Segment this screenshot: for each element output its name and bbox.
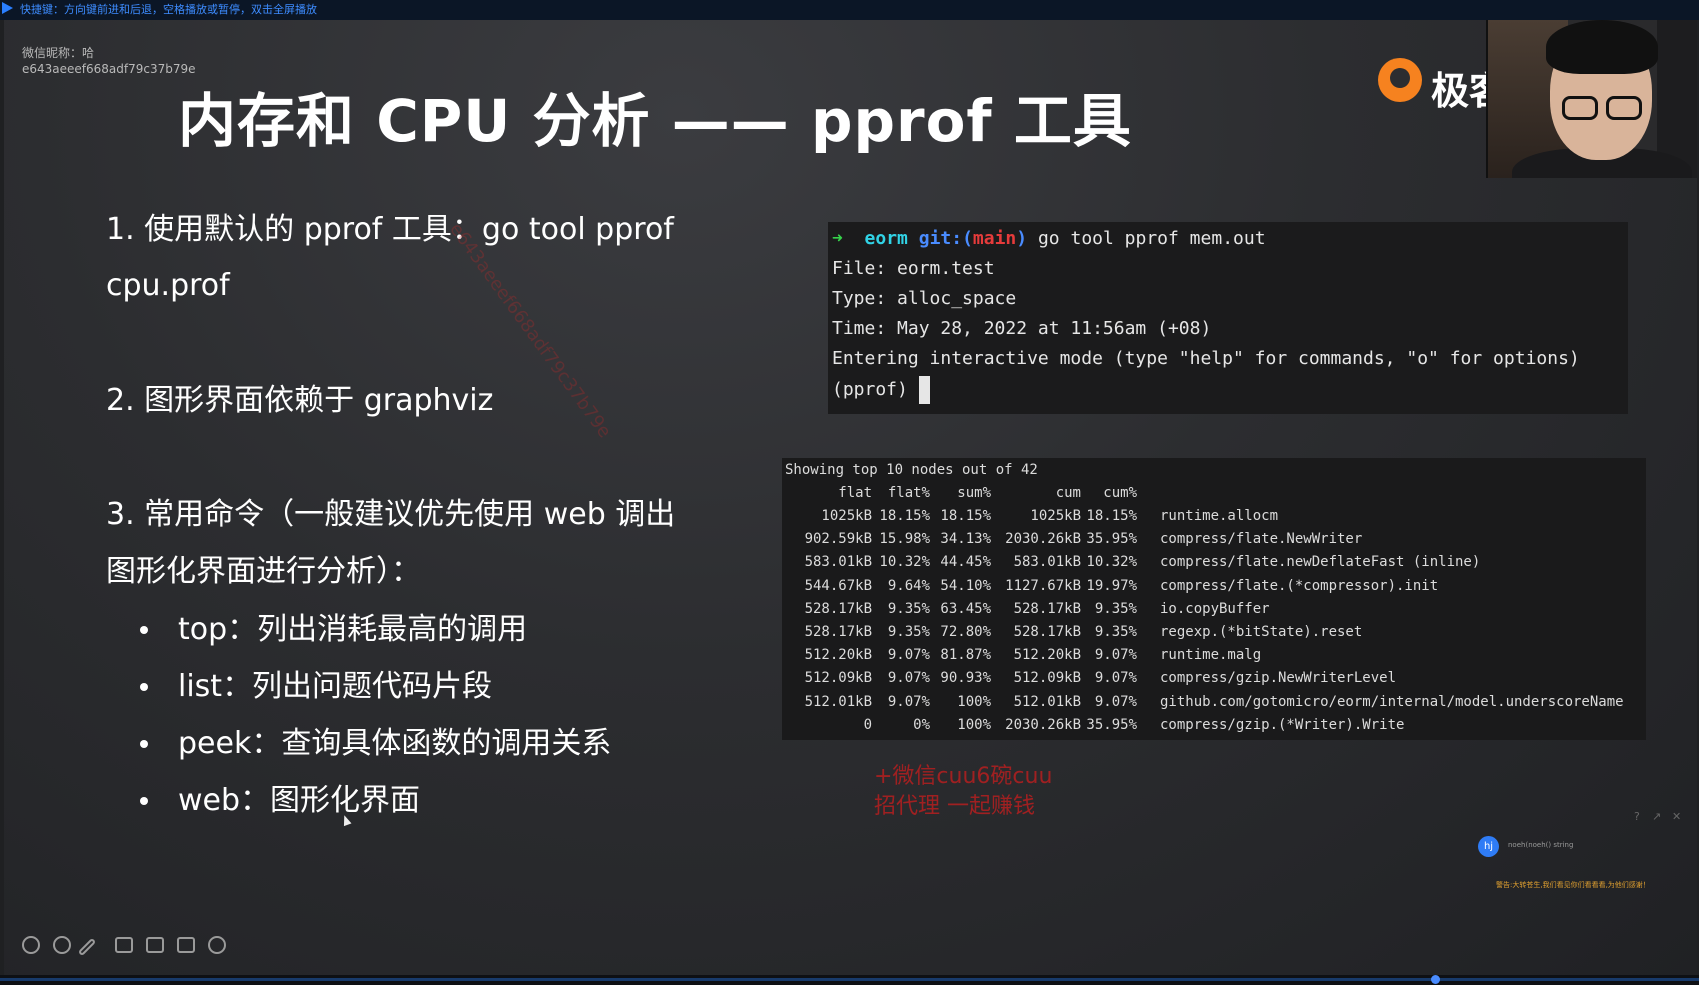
expand-icon[interactable]: ↗ — [1652, 810, 1661, 823]
terminal-dir: eorm — [864, 228, 908, 249]
cell-function: github.com/gotomicro/eorm/internal/model… — [1160, 693, 1624, 710]
chat-note: 警告:大转苍生,我们看见你们看看看,为他们感谢！ — [1496, 881, 1650, 889]
terminal-line: File: eorm.test — [832, 258, 995, 279]
git-suffix: ) — [1016, 228, 1028, 249]
cell-function: compress/gzip.NewWriterLevel — [1160, 670, 1397, 687]
webcam-hair — [1546, 20, 1658, 74]
cell-cump: 9.35% — [1094, 624, 1137, 640]
progress-track[interactable] — [0, 978, 1699, 981]
more-icon[interactable] — [208, 936, 226, 954]
prev-icon[interactable] — [22, 936, 40, 954]
bullet-dot — [140, 740, 148, 748]
playback-progress[interactable] — [0, 975, 1699, 985]
cell-cump: 10.32% — [1086, 554, 1137, 571]
git-branch: main — [972, 228, 1017, 249]
terminal-command: go tool pprof mem.out — [1037, 228, 1266, 249]
chat-widget: ? ↗ ✕ hj noeh(noeh() string 警告:大转苍生,我们看见… — [1468, 808, 1692, 908]
wechat-info: 微信昵称：哈 e643aeeef668adf79c37b79e — [22, 45, 196, 77]
text-cursor — [918, 376, 930, 404]
camera-icon[interactable] — [146, 937, 164, 953]
cell-function: runtime.malg — [1160, 647, 1262, 664]
cell-cump: 35.95% — [1086, 716, 1137, 733]
shortcut-hint: 快捷键：方向键前进和后退，空格播放或暂停，双击全屏播放 — [20, 3, 317, 16]
next-icon[interactable] — [53, 936, 71, 954]
cell-cump: 19.97% — [1086, 577, 1137, 594]
wechat-nickname: 微信昵称：哈 — [22, 46, 95, 60]
chat-message: noeh(noeh() string — [1508, 841, 1574, 849]
pprof-prompt: (pprof) — [832, 379, 919, 400]
overlay-ad: +微信cuu6碗cuu 招代理 一起赚钱 — [874, 762, 1052, 822]
overlay-ad-line1: +微信cuu6碗cuu — [874, 764, 1053, 789]
cell-function: compress/gzip.(*Writer).Write — [1160, 716, 1405, 733]
help-icon[interactable]: ? — [1634, 810, 1640, 823]
bullet-dot — [140, 797, 148, 805]
git-prefix: git:( — [918, 228, 973, 249]
terminal-line: Entering interactive mode (type "help" f… — [832, 348, 1580, 369]
prompt-arrow-icon: ➜ — [832, 228, 843, 249]
terminal-pprof-session: ➜ eorm git:(main) go tool pprof mem.out … — [828, 222, 1628, 414]
play-icon[interactable] — [2, 2, 13, 14]
terminal-line: Time: May 28, 2022 at 11:56am (+08) — [832, 318, 1212, 339]
wechat-id: e643aeeef668adf79c37b79e — [22, 62, 196, 76]
point-1-line2: cpu.prof — [106, 268, 230, 303]
pprof-top-output: Showing top 10 nodes out of 42 flat flat%… — [782, 458, 1646, 740]
top-header: Showing top 10 nodes out of 42 — [785, 462, 1038, 478]
point-2-line1: 2. 图形界面依赖于 graphviz — [106, 383, 494, 418]
avatar[interactable]: hj — [1478, 836, 1499, 857]
cell-function: runtime.allocm — [1160, 508, 1279, 524]
terminal-prompt[interactable]: (pprof) — [832, 376, 930, 404]
subtitle-icon[interactable] — [177, 937, 195, 953]
terminal-line: Type: alloc_space — [832, 288, 1017, 309]
cell-cump: 9.07% — [1094, 647, 1137, 664]
cell-cump: 18.15% — [1086, 508, 1137, 524]
webcam-video — [1486, 20, 1697, 178]
point-3-line2: 图形化界面进行分析）： — [106, 554, 421, 589]
column-header: cum% — [1103, 485, 1137, 501]
cell-function: compress/flate.newDeflateFast (inline) — [1160, 554, 1481, 571]
player-hint-bar: 快捷键：方向键前进和后退，空格播放或暂停，双击全屏播放 — [0, 0, 1699, 20]
terminal-command-line: ➜ eorm git:(main) go tool pprof mem.out — [832, 228, 1266, 249]
subpoint-top: top：列出消耗最高的调用 — [178, 612, 528, 647]
progress-knob[interactable] — [1431, 975, 1440, 984]
overlay-ad-line2: 招代理 一起赚钱 — [874, 794, 1035, 819]
point-1-line1: 1. 使用默认的 pprof 工具：go tool pprof — [106, 212, 674, 247]
cell-function: compress/flate.(*compressor).init — [1160, 577, 1439, 594]
cell-function: compress/flate.NewWriter — [1160, 531, 1363, 548]
screenshot-icon[interactable] — [115, 937, 133, 953]
bullet-dot — [140, 626, 148, 634]
cell-cump: 9.07% — [1094, 670, 1137, 687]
subpoint-list: list：列出问题代码片段 — [178, 669, 493, 704]
cell-cump: 9.35% — [1094, 600, 1137, 617]
cell-cump: 9.07% — [1094, 693, 1137, 710]
bullet-dot — [140, 683, 148, 691]
slide-title: 内存和 CPU 分析 —— pprof 工具 — [178, 87, 1132, 155]
point-3-line1: 3. 常用命令（一般建议优先使用 web 调出 — [106, 497, 676, 532]
cell-function: regexp.(*bitState).reset — [1160, 624, 1363, 640]
subpoint-peek: peek：查询具体函数的调用关系 — [178, 726, 612, 761]
logo-icon — [1378, 58, 1422, 102]
glasses-icon — [1606, 96, 1642, 120]
cell-cump: 35.95% — [1086, 531, 1137, 548]
glasses-icon — [1562, 96, 1598, 120]
cell-function: io.copyBuffer — [1160, 600, 1270, 617]
subpoint-web: web：图形化界面 — [178, 783, 421, 818]
close-icon[interactable]: ✕ — [1672, 810, 1681, 823]
